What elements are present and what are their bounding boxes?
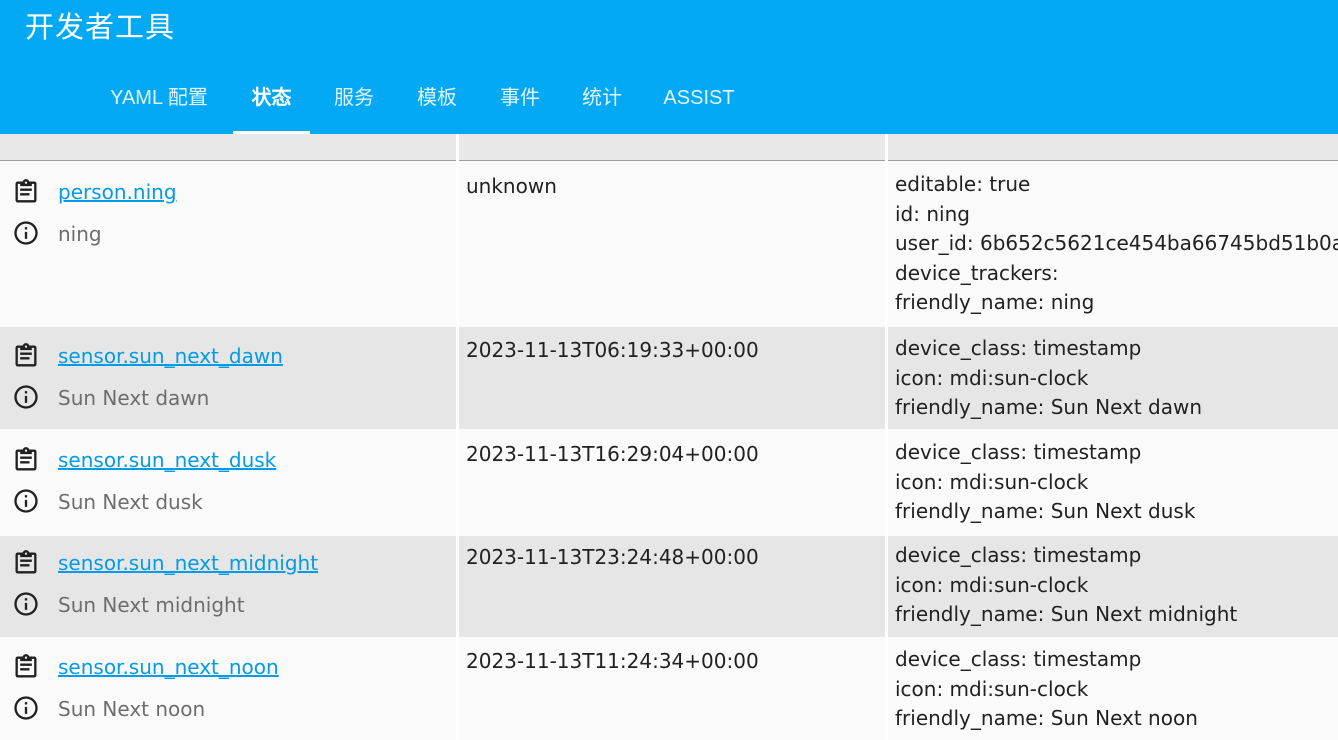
- column-divider: [885, 134, 888, 740]
- attribute-line: icon: mdi:sun-clock: [895, 572, 1089, 597]
- entity-id-link[interactable]: person.ning: [58, 180, 177, 204]
- attribute-line: friendly_name: Sun Next midnight: [895, 602, 1238, 627]
- tab-templates[interactable]: 模板: [406, 58, 468, 134]
- friendly-name: Sun Next dawn: [58, 386, 210, 410]
- entity-id-link[interactable]: sensor.sun_next_midnight: [58, 551, 318, 575]
- attribute-line: friendly_name: Sun Next dusk: [895, 499, 1196, 524]
- information-outline-icon[interactable]: [12, 590, 40, 618]
- attribute-line: device_trackers:: [895, 260, 1059, 285]
- entity-attributes: device_class: timestamp icon: mdi:sun-cl…: [895, 438, 1195, 527]
- attribute-line: icon: mdi:sun-clock: [895, 469, 1089, 494]
- entity-id-link[interactable]: sensor.sun_next_noon: [58, 655, 279, 679]
- app-header: 开发者工具 YAML 配置 状态 服务 模板 事件 统计 ASSIST: [0, 0, 1338, 134]
- table-row: sensor.sun_next_dusk Sun Next dusk 2023-…: [0, 429, 1338, 536]
- information-outline-icon[interactable]: [12, 487, 40, 515]
- entity-attributes: device_class: timestamp icon: mdi:sun-cl…: [895, 334, 1202, 423]
- tab-services[interactable]: 服务: [323, 58, 385, 134]
- information-outline-icon[interactable]: [12, 383, 40, 411]
- clipboard-text-icon[interactable]: [12, 549, 40, 577]
- clipboard-text-icon[interactable]: [12, 446, 40, 474]
- entity-attributes: editable: true id: ning user_id: 6b652c5…: [895, 170, 1338, 318]
- table-header: [0, 134, 1338, 161]
- attribute-line: editable: true: [895, 172, 1031, 196]
- information-outline-icon[interactable]: [12, 219, 40, 247]
- tab-bar: YAML 配置 状态 服务 模板 事件 统计 ASSIST: [0, 58, 1338, 134]
- attribute-line: device_class: timestamp: [895, 543, 1142, 567]
- friendly-name: ning: [58, 222, 102, 246]
- friendly-name: Sun Next midnight: [58, 593, 245, 617]
- tab-assist[interactable]: ASSIST: [656, 58, 742, 134]
- entities-table: person.ning ning unknown editable: true …: [0, 134, 1338, 740]
- attribute-line: device_class: timestamp: [895, 440, 1142, 464]
- friendly-name: Sun Next dusk: [58, 490, 203, 514]
- attribute-line: id: ning: [895, 201, 970, 226]
- entity-state: 2023-11-13T06:19:33+00:00: [466, 338, 759, 362]
- tab-yaml[interactable]: YAML 配置: [100, 58, 218, 134]
- table-row: sensor.sun_next_dawn Sun Next dawn 2023-…: [0, 327, 1338, 429]
- information-outline-icon[interactable]: [12, 694, 40, 722]
- tab-states-label: 状态: [251, 87, 292, 109]
- tab-statistics[interactable]: 统计: [571, 58, 633, 134]
- entity-id-link[interactable]: sensor.sun_next_dawn: [58, 344, 283, 368]
- clipboard-text-icon[interactable]: [12, 178, 40, 206]
- friendly-name: Sun Next noon: [58, 697, 206, 721]
- table-row: sensor.sun_next_midnight Sun Next midnig…: [0, 536, 1338, 637]
- entity-attributes: device_class: timestamp icon: mdi:sun-cl…: [895, 645, 1198, 734]
- entity-state: 2023-11-13T11:24:34+00:00: [466, 649, 759, 673]
- attribute-line: device_class: timestamp: [895, 647, 1142, 671]
- entity-state: 2023-11-13T16:29:04+00:00: [466, 442, 759, 466]
- tab-states[interactable]: 状态: [233, 58, 310, 134]
- entity-state: unknown: [466, 174, 557, 198]
- attribute-line: friendly_name: Sun Next dawn: [895, 395, 1203, 420]
- table-row: person.ning ning unknown editable: true …: [0, 161, 1338, 327]
- clipboard-text-icon[interactable]: [12, 342, 40, 370]
- attribute-line: friendly_name: Sun Next noon: [895, 706, 1198, 731]
- tab-events[interactable]: 事件: [489, 58, 551, 134]
- page-title: 开发者工具: [25, 10, 176, 44]
- entity-state: 2023-11-13T23:24:48+00:00: [466, 545, 759, 569]
- attribute-line: icon: mdi:sun-clock: [895, 365, 1089, 390]
- attribute-line: icon: mdi:sun-clock: [895, 676, 1089, 701]
- attribute-line: device_class: timestamp: [895, 336, 1142, 360]
- table-row: sensor.sun_next_noon Sun Next noon 2023-…: [0, 637, 1338, 740]
- column-divider: [456, 134, 459, 740]
- attribute-line: friendly_name: ning: [895, 290, 1095, 315]
- entity-id-link[interactable]: sensor.sun_next_dusk: [58, 448, 276, 472]
- entity-attributes: device_class: timestamp icon: mdi:sun-cl…: [895, 541, 1237, 630]
- attribute-line: user_id: 6b652c5621ce454ba66745bd51b0a2b…: [895, 231, 1338, 256]
- clipboard-text-icon[interactable]: [12, 653, 40, 681]
